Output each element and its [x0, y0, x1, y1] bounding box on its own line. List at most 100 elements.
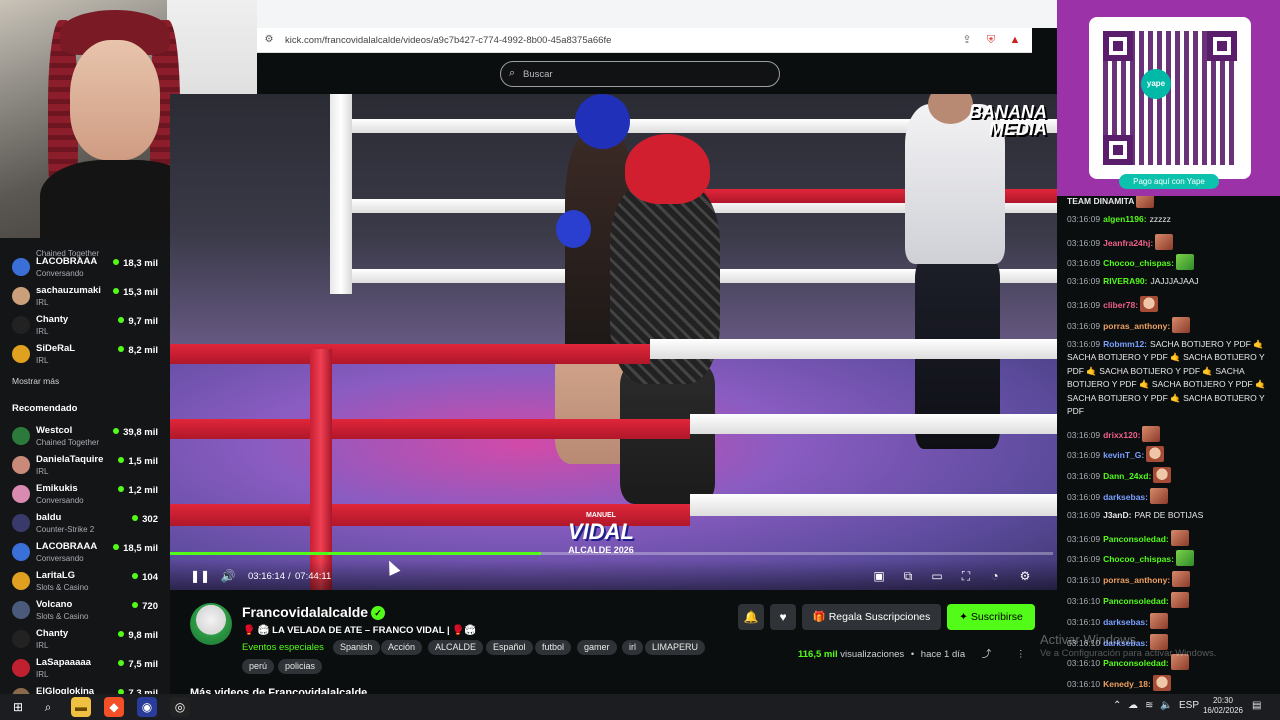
chat-username[interactable]: Chocoo_chispas: — [1103, 258, 1174, 268]
chat-username[interactable]: porras_anthony: — [1103, 575, 1170, 585]
tag-chip[interactable]: gamer — [577, 640, 617, 655]
sidebar-recommended-row[interactable]: Emikukis Conversando 1,2 mil — [0, 480, 170, 509]
tag-chip[interactable]: Español — [486, 640, 533, 655]
search-icon[interactable]: ⌕ — [38, 697, 58, 717]
tag-chip[interactable]: irl — [622, 640, 643, 655]
show-more-link[interactable]: Mostrar más — [12, 376, 59, 386]
pause-icon[interactable]: ❚❚ — [190, 568, 210, 584]
windows-start-icon[interactable]: ⊞ — [8, 697, 28, 717]
chat-username[interactable]: kevinT_G: — [1103, 450, 1144, 460]
brave-rewards-icon[interactable]: ▲ — [1008, 33, 1022, 47]
chat-message: 03:16:09 cliber78: — [1067, 296, 1272, 313]
theater-mode-icon[interactable]: ▭ — [929, 568, 945, 584]
discord-icon[interactable]: ◉ — [137, 697, 157, 717]
chat-timestamp: 03:16:10 — [1067, 679, 1101, 690]
chat-emote-icon — [1175, 254, 1194, 271]
chat-username[interactable]: Panconsoledad: — [1103, 658, 1169, 668]
chat-username[interactable]: J3anD: — [1103, 510, 1131, 520]
sidebar-recommended-row[interactable]: Volcano Slots & Casino 720 — [0, 596, 170, 625]
chat-username[interactable]: Jeanfra24hj: — [1103, 238, 1153, 248]
chat-message: 03:16:09 J3anD: PAR DE BOTIJAS — [1067, 509, 1272, 523]
video-player[interactable]: BANANA MEDIA MANUEL VIDAL ALCALDE 2026 — [170, 94, 1057, 590]
sidebar-channel-row[interactable]: SiDeRaL IRL 8,2 mil — [0, 340, 170, 369]
live-dot-icon — [113, 259, 120, 265]
sidebar-channel-category: Slots & Casino — [36, 612, 89, 621]
playback-speed-icon[interactable]: ◔ — [987, 568, 1003, 584]
chat-username[interactable]: RIVERA90: — [1103, 276, 1147, 286]
progress-bar[interactable] — [170, 552, 1053, 555]
brave-shield-icon[interactable]: ⛨ — [984, 33, 998, 47]
chat-username[interactable]: Chocoo_chispas: — [1103, 554, 1174, 564]
sidebar-channel-category: IRL — [36, 467, 49, 476]
file-explorer-icon[interactable]: ▬ — [71, 697, 91, 717]
subscribe-button[interactable]: ✦ Suscribirse — [947, 604, 1035, 630]
sidebar-channel-row[interactable]: Chanty IRL 9,7 mil — [0, 311, 170, 340]
taskbar-clock[interactable]: 20:30 16/02/2026 — [1202, 696, 1244, 716]
tray-chevron-icon[interactable]: ⌃ — [1113, 700, 1121, 711]
wifi-icon[interactable]: ≋ — [1145, 700, 1153, 711]
chat-username[interactable]: Panconsoledad: — [1103, 596, 1169, 606]
sidebar-channel-row[interactable]: sachauzumaki IRL 15,3 mil — [0, 282, 170, 311]
chat-username[interactable]: Robmm12: — [1103, 339, 1147, 349]
chat-username[interactable]: darksebas: — [1103, 492, 1148, 502]
more-options-icon[interactable]: ⋮ — [1016, 649, 1026, 660]
stream-category[interactable]: Eventos especiales — [242, 642, 324, 653]
tag-chip[interactable]: futbol — [535, 640, 572, 655]
tag-chip[interactable]: LIMAPERU — [645, 640, 706, 655]
tag-chip[interactable]: policias — [278, 659, 323, 674]
yape-caption: Pago aquí con Yape — [1119, 174, 1219, 189]
sidebar-recommended-row[interactable]: DanielaTaquire IRL 1,5 mil — [0, 451, 170, 480]
pip-icon[interactable]: ⧉ — [900, 568, 916, 584]
chat-username[interactable]: Dann_24xd: — [1103, 471, 1151, 481]
chat-username[interactable]: porras_anthony: — [1103, 321, 1170, 331]
sidebar-recommended-row[interactable]: LACOBRAAA Conversando 18,5 mil — [0, 538, 170, 567]
channel-avatar[interactable] — [190, 603, 232, 645]
notifications-icon[interactable]: ▤ — [1252, 700, 1261, 711]
chat-emote-icon — [1153, 467, 1172, 484]
channel-avatar — [12, 572, 30, 590]
brave-browser-icon[interactable]: ◆ — [104, 697, 124, 717]
sidebar-viewer-count: 39,8 mil — [113, 427, 158, 438]
chat-emote-icon — [1149, 488, 1168, 504]
chat-username[interactable]: algen1196: — [1103, 214, 1146, 224]
chat-username[interactable]: Kenedy_18: — [1103, 679, 1151, 689]
sidebar-recommended-row[interactable]: LaritaLG Slots & Casino 104 — [0, 567, 170, 596]
chat-username[interactable]: Panconsoledad: — [1103, 534, 1169, 544]
chat-username[interactable]: darksebas: — [1103, 617, 1148, 627]
site-settings-icon[interactable]: ⚙ — [263, 34, 275, 46]
chat-username[interactable]: TEAM DINAMITA — [1067, 196, 1134, 206]
sidebar-viewer-count: 104 — [132, 572, 158, 583]
network-icon[interactable]: ☁ — [1128, 700, 1138, 711]
address-bar[interactable]: ⚙ kick.com/francovidalalcalde/videos/a9c… — [257, 28, 1032, 53]
share-icon[interactable]: ⤴ — [982, 649, 992, 660]
tag-chip[interactable]: ALCALDE — [428, 640, 484, 655]
tag-chip[interactable]: perú — [242, 659, 275, 674]
live-dot-icon — [113, 428, 120, 434]
sidebar-channel-category: Counter-Strike 2 — [36, 525, 95, 534]
volume-icon[interactable]: 🔊 — [220, 568, 236, 584]
chat-username[interactable]: cliber78: — [1103, 300, 1138, 310]
channel-name[interactable]: Francovidalalcalde — [242, 604, 368, 620]
sidebar-recommended-row[interactable]: Westcol Chained Together 39,8 mil — [0, 422, 170, 451]
follow-heart-button[interactable]: ♥ — [770, 604, 796, 630]
settings-gear-icon[interactable]: ⚙ — [1017, 568, 1033, 584]
sidebar-channel-category: Conversando — [36, 269, 84, 278]
sidebar-recommended-row[interactable]: baldu Counter-Strike 2 302 — [0, 509, 170, 538]
fullscreen-icon[interactable]: ⛶ — [958, 568, 974, 584]
volume-tray-icon[interactable]: 🔈 — [1160, 700, 1172, 711]
sidebar-recommended-row[interactable]: Chanty IRL 9,8 mil — [0, 625, 170, 654]
language-indicator[interactable]: ESP — [1179, 700, 1199, 711]
fighter-blue-headgear — [575, 94, 630, 149]
url-text[interactable]: kick.com/francovidalalcalde/videos/a9c7b… — [285, 35, 960, 46]
search-input[interactable]: ⌕ Buscar — [500, 61, 780, 87]
obs-icon[interactable]: ◎ — [170, 697, 190, 717]
sidebar-channel-row[interactable]: LACOBRAAA Conversando 18,3 mil — [0, 253, 170, 282]
gift-subscriptions-button[interactable]: 🎁 Regala Suscripciones — [802, 604, 941, 630]
clip-icon[interactable]: ▣ — [871, 568, 887, 584]
share-icon[interactable]: ⇪ — [960, 33, 974, 47]
sidebar-recommended-row[interactable]: LaSapaaaaa IRL 7,5 mil — [0, 654, 170, 683]
chat-username[interactable]: drixx120: — [1103, 430, 1140, 440]
tag-chip[interactable]: Spanish — [333, 640, 380, 655]
tag-chip[interactable]: Acción — [381, 640, 423, 655]
notification-bell-button[interactable]: 🔔 — [738, 604, 764, 630]
